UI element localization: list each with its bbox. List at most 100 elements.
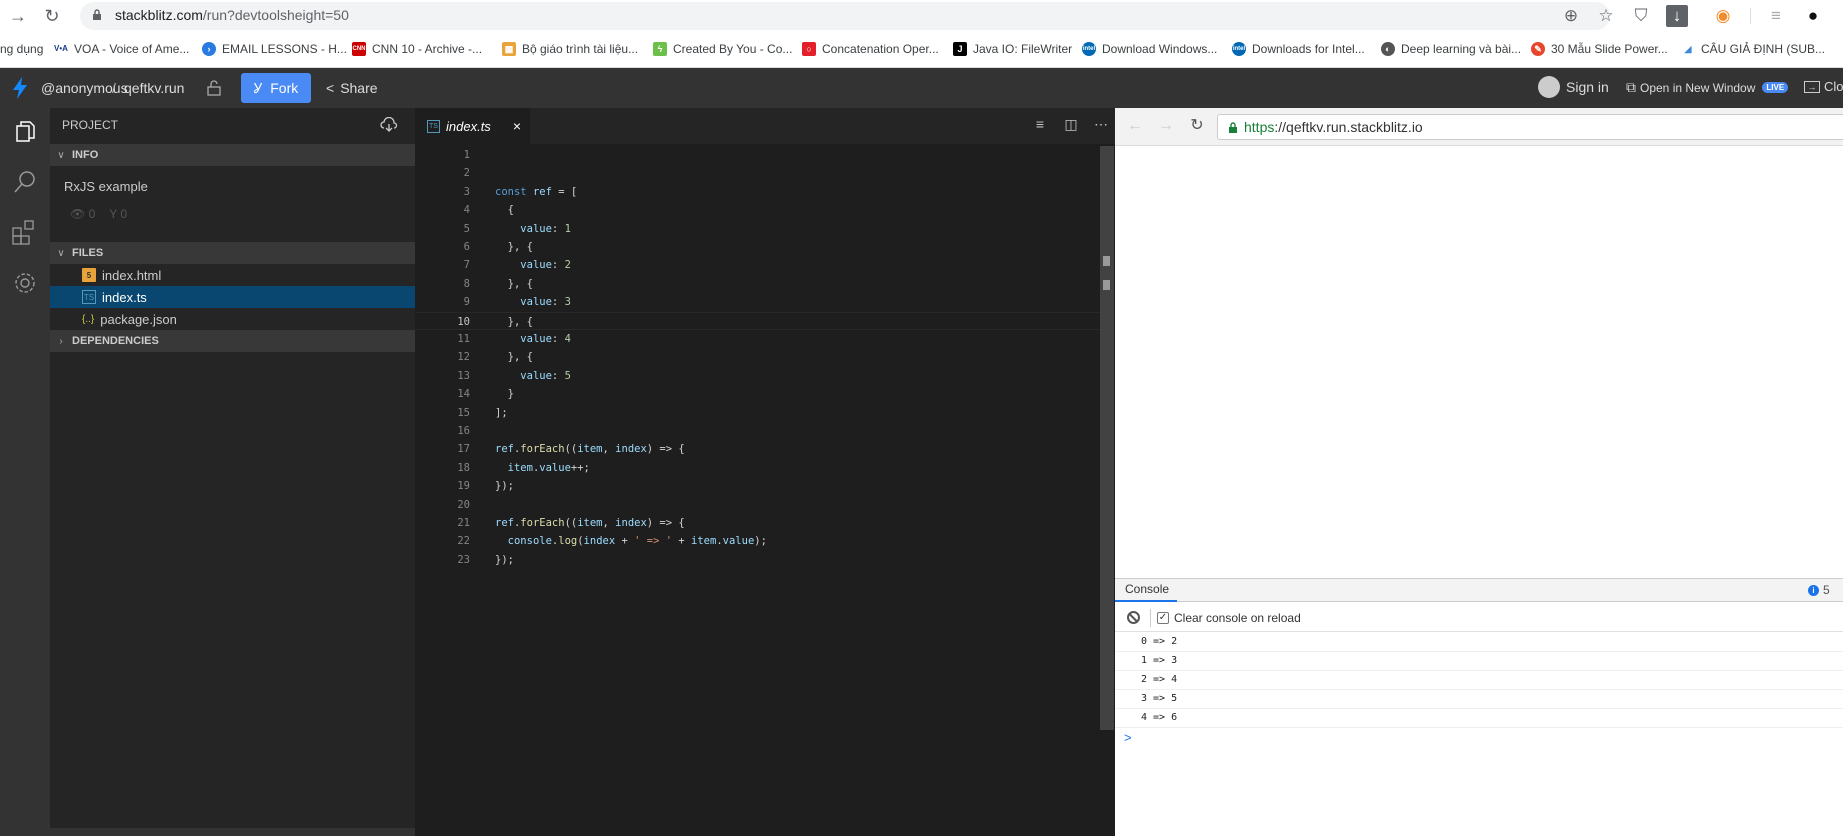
bookmark-item[interactable]: › EMAIL LESSONS - H... bbox=[202, 42, 347, 56]
preview-back-button[interactable]: ← bbox=[1124, 115, 1146, 137]
exit-icon: → bbox=[1804, 80, 1820, 93]
toolbar-divider bbox=[1750, 8, 1751, 24]
media-icon[interactable]: ≡ bbox=[1764, 4, 1788, 28]
code-line[interactable]: 20 bbox=[415, 496, 1105, 514]
star-icon[interactable]: ☆ bbox=[1594, 4, 1618, 28]
code-line[interactable]: 5 value: 1 bbox=[415, 220, 1105, 238]
live-badge: LIVE bbox=[1762, 82, 1789, 93]
bookmark-label: Downloads for Intel... bbox=[1252, 42, 1365, 56]
bookmark-item[interactable]: ◐ Deep learning và bài... bbox=[1381, 42, 1521, 56]
console-prompt[interactable]: > bbox=[1124, 730, 1132, 745]
code-line[interactable]: 18 item.value++; bbox=[415, 459, 1105, 477]
extension-icon[interactable]: ◉ bbox=[1711, 4, 1735, 28]
code-line[interactable]: 7 value: 2 bbox=[415, 256, 1105, 274]
code-line[interactable]: 4 { bbox=[415, 201, 1105, 219]
bookmark-item[interactable]: ✎ 30 Mẫu Slide Power... bbox=[1531, 42, 1668, 56]
sign-in-button[interactable]: Sign in bbox=[1538, 76, 1609, 98]
sidebar-title: PROJECT bbox=[62, 118, 119, 132]
file-item-index-html[interactable]: 5 index.html bbox=[50, 264, 415, 286]
info-section-header[interactable]: ∨ INFO bbox=[50, 144, 415, 166]
line-text: }, { bbox=[495, 315, 533, 328]
reload-button[interactable]: ↻ bbox=[40, 4, 64, 28]
preview-reload-button[interactable]: ↻ bbox=[1186, 115, 1208, 137]
add-icon[interactable]: ⊕ bbox=[1559, 4, 1583, 28]
code-line[interactable]: 17 ref.forEach((item, index) => { bbox=[415, 440, 1105, 458]
fork-button[interactable]: Ỿ Fork bbox=[241, 73, 311, 103]
code-line[interactable]: 9 value: 3 bbox=[415, 293, 1105, 311]
editor-scrollbar[interactable] bbox=[1100, 146, 1114, 730]
bookmark-item[interactable]: ▦ Bộ giáo trình tài liệu... bbox=[502, 42, 638, 56]
code-line[interactable]: 14 } bbox=[415, 385, 1105, 403]
code-line[interactable]: 10 }, { bbox=[415, 311, 1105, 330]
code-line[interactable]: 11 value: 4 bbox=[415, 330, 1105, 348]
code-line[interactable]: 19}); bbox=[415, 477, 1105, 495]
forward-button[interactable]: → bbox=[6, 4, 30, 28]
code-line[interactable]: 1 bbox=[415, 146, 1105, 164]
tab-console[interactable]: Console bbox=[1115, 578, 1177, 602]
bookmark-item[interactable]: ◢ CÂU GIẢ ĐỊNH (SUB... bbox=[1681, 42, 1825, 56]
typescript-icon: TS bbox=[427, 119, 440, 133]
file-item-package-json[interactable]: {..} package.json bbox=[50, 308, 415, 330]
sidebar-footer bbox=[50, 828, 415, 836]
stackblitz-logo-icon[interactable] bbox=[12, 77, 28, 99]
tab-index-ts[interactable]: TS index.ts × bbox=[415, 108, 530, 144]
code-line[interactable]: 21 ref.forEach((item, index) => { bbox=[415, 514, 1105, 532]
open-new-window-button[interactable]: ⧉ Open in New Window LIVE bbox=[1626, 79, 1789, 96]
split-editor-icon[interactable]: ◫ bbox=[1061, 116, 1081, 136]
j-icon: J bbox=[953, 42, 967, 56]
bookmark-item[interactable]: intel Downloads for Intel... bbox=[1232, 42, 1365, 56]
cloud-download-icon[interactable] bbox=[380, 117, 398, 133]
profile-icon[interactable]: ● bbox=[1801, 4, 1825, 28]
line-number: 6 bbox=[463, 241, 470, 253]
code-line[interactable]: 15]; bbox=[415, 404, 1105, 422]
file-item-index-ts[interactable]: TS index.ts bbox=[50, 286, 415, 308]
code-line[interactable]: 6 }, { bbox=[415, 238, 1105, 256]
code-line[interactable]: 16 bbox=[415, 422, 1105, 440]
bookmark-item[interactable]: ○ Concatenation Oper... bbox=[802, 42, 939, 56]
files-icon[interactable] bbox=[10, 117, 40, 147]
code-line[interactable]: 2 bbox=[415, 164, 1105, 182]
dependencies-section-header[interactable]: › DEPENDENCIES bbox=[50, 330, 415, 352]
info-section-label: INFO bbox=[72, 149, 99, 161]
devtools-tab-bar bbox=[1115, 578, 1843, 602]
clear-on-reload-checkbox[interactable]: ✓ bbox=[1157, 611, 1169, 624]
close-tab-icon[interactable]: × bbox=[513, 118, 521, 134]
clear-console-icon[interactable] bbox=[1127, 611, 1140, 624]
format-icon[interactable]: ≡ bbox=[1030, 116, 1050, 136]
project-name[interactable]: qeftkv.run bbox=[124, 80, 184, 96]
url-host: stackblitz.com bbox=[115, 7, 203, 23]
bookmark-item[interactable]: ϟ Created By You - Co... bbox=[653, 42, 792, 56]
code-line[interactable]: 12 }, { bbox=[415, 348, 1105, 366]
line-number: 13 bbox=[457, 369, 470, 382]
code-line[interactable]: 3 const ref = [ bbox=[415, 183, 1105, 201]
bookmark-item[interactable]: CNN CNN 10 - Archive -... bbox=[352, 42, 482, 56]
bookmark-label: Java IO: FileWriter bbox=[973, 42, 1073, 56]
more-actions-icon[interactable]: ⋯ bbox=[1091, 116, 1111, 136]
bookmark-item[interactable]: intel Download Windows... bbox=[1082, 42, 1217, 56]
sign-in-label: Sign in bbox=[1566, 79, 1609, 95]
extensions-icon[interactable] bbox=[10, 217, 40, 247]
code-line[interactable]: 13 value: 5 bbox=[415, 367, 1105, 385]
bookmark-item[interactable]: ng dụng bbox=[0, 42, 43, 56]
code-line[interactable]: 23}); bbox=[415, 551, 1105, 569]
close-preview-button[interactable]: → Clo bbox=[1804, 79, 1843, 94]
console-log-line: 0 => 2 bbox=[1115, 633, 1843, 652]
unlock-icon[interactable] bbox=[207, 80, 221, 96]
settings-gear-icon[interactable] bbox=[10, 268, 40, 298]
preview-url-bar[interactable]: https://qeftkv.run.stackblitz.io bbox=[1217, 114, 1843, 140]
line-text: value: 4 bbox=[520, 333, 571, 345]
download-icon[interactable]: ↓ bbox=[1666, 5, 1688, 27]
preview-forward-button[interactable]: → bbox=[1155, 115, 1177, 137]
console-toolbar: ✓ Clear console on reload bbox=[1115, 604, 1843, 632]
shield-icon[interactable]: ⛉ bbox=[1629, 4, 1653, 28]
code-line[interactable]: 8 }, { bbox=[415, 275, 1105, 293]
bookmark-item[interactable]: J Java IO: FileWriter bbox=[953, 42, 1072, 56]
fork-icon: Ỿ bbox=[253, 79, 263, 96]
secure-lock-icon bbox=[1229, 121, 1237, 133]
line-text: }, { bbox=[495, 241, 533, 253]
bookmark-item[interactable]: V•A VOA - Voice of Ame... bbox=[54, 42, 189, 56]
share-button[interactable]: < Share bbox=[326, 73, 378, 103]
search-icon[interactable] bbox=[10, 167, 40, 197]
code-line[interactable]: 22 console.log(index + ' => ' + item.val… bbox=[415, 532, 1105, 550]
files-section-header[interactable]: ∨ FILES bbox=[50, 242, 415, 264]
